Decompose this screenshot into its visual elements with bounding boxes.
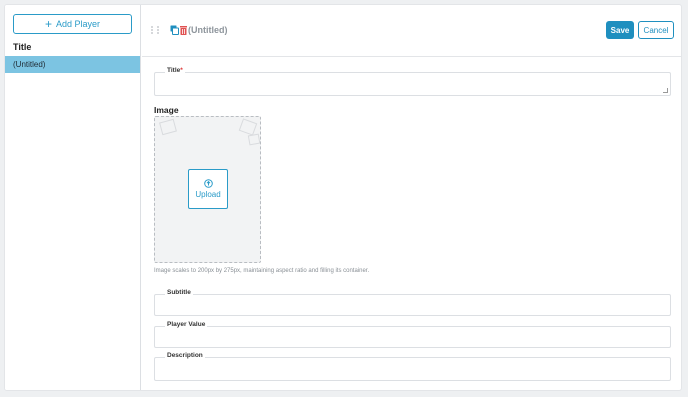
sidebar-heading: Title bbox=[13, 42, 32, 52]
upload-icon bbox=[203, 179, 213, 188]
sidebar: + Add Player Title (Untitled) bbox=[5, 5, 141, 390]
player-value-field[interactable] bbox=[155, 327, 670, 347]
add-player-button[interactable]: + Add Player bbox=[13, 14, 132, 34]
player-value-fieldset: Player Value bbox=[154, 321, 671, 348]
document-title: (Untitled) bbox=[188, 25, 228, 35]
subtitle-fieldset: Subtitle bbox=[154, 289, 671, 316]
description-field[interactable] bbox=[155, 358, 670, 380]
description-fieldset: Description bbox=[154, 352, 671, 381]
cancel-button[interactable]: Cancel bbox=[638, 21, 674, 39]
upload-button[interactable]: Upload bbox=[188, 169, 228, 209]
upload-label: Upload bbox=[195, 190, 221, 199]
resize-handle-icon[interactable] bbox=[663, 88, 668, 93]
sidebar-item-untitled[interactable]: (Untitled) bbox=[5, 56, 140, 73]
plus-icon: + bbox=[44, 17, 52, 31]
editor-form: Title* Image Upload Image scales to 200p… bbox=[142, 58, 681, 390]
subtitle-field[interactable] bbox=[155, 295, 670, 315]
title-field[interactable] bbox=[155, 73, 670, 95]
editor-header: (Untitled) Save Cancel bbox=[142, 5, 681, 57]
trash-icon[interactable] bbox=[179, 25, 188, 35]
app-frame: + Add Player Title (Untitled) (Untitled)… bbox=[4, 4, 682, 391]
save-button[interactable]: Save bbox=[606, 21, 634, 39]
image-label: Image bbox=[154, 105, 179, 115]
duplicate-icon[interactable] bbox=[170, 25, 179, 35]
image-dropzone[interactable]: Upload bbox=[154, 116, 261, 263]
drag-handle-icon[interactable] bbox=[151, 26, 165, 36]
sidebar-item-label: (Untitled) bbox=[13, 60, 46, 69]
title-fieldset: Title* bbox=[154, 67, 671, 96]
image-hint: Image scales to 200px by 275px, maintain… bbox=[154, 268, 370, 274]
add-player-label: Add Player bbox=[55, 19, 101, 29]
